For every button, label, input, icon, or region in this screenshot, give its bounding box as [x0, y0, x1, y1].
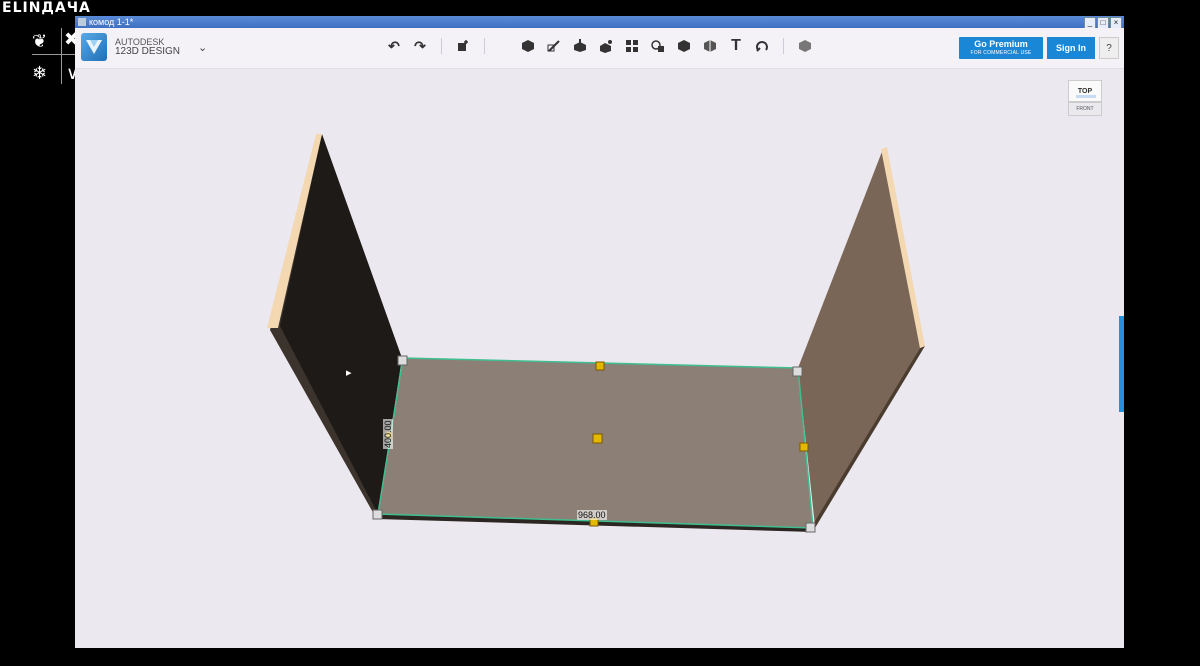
divider: [61, 28, 62, 84]
channel-logo: ELINДАЧА: [2, 0, 91, 16]
overlay-icons: ❦ ✖ ❄ ∨: [24, 26, 80, 86]
viewcube[interactable]: TOP FRONT: [1068, 80, 1102, 118]
corner-handle[interactable]: [805, 522, 816, 533]
divider: [32, 54, 80, 55]
viewport-3d[interactable]: [75, 16, 1124, 648]
corner-handle[interactable]: [372, 509, 383, 520]
viewcube-top-face[interactable]: TOP: [1068, 80, 1102, 102]
width-dimension-label[interactable]: 968.00: [577, 510, 607, 520]
height-dimension-label[interactable]: 400.00: [383, 419, 393, 449]
corner-handle[interactable]: [397, 355, 408, 366]
mouse-cursor-icon: ▸: [346, 367, 352, 379]
left-wall-face[interactable]: [280, 134, 402, 514]
center-handle[interactable]: [592, 433, 603, 444]
corner-handle[interactable]: [792, 366, 803, 377]
flipflops-icon: ❦: [32, 31, 48, 51]
edge-handle[interactable]: [595, 361, 605, 371]
app-window: комод 1-1* _ □ × AUTODESK 123D DESIGN ⌄ …: [75, 16, 1124, 648]
viewcube-front-face[interactable]: FRONT: [1068, 102, 1102, 116]
right-wall-face[interactable]: [798, 149, 920, 526]
watering-can-icon: ❄: [32, 63, 48, 83]
edge-handle[interactable]: [799, 442, 809, 452]
side-panel-handle[interactable]: [1119, 316, 1124, 412]
